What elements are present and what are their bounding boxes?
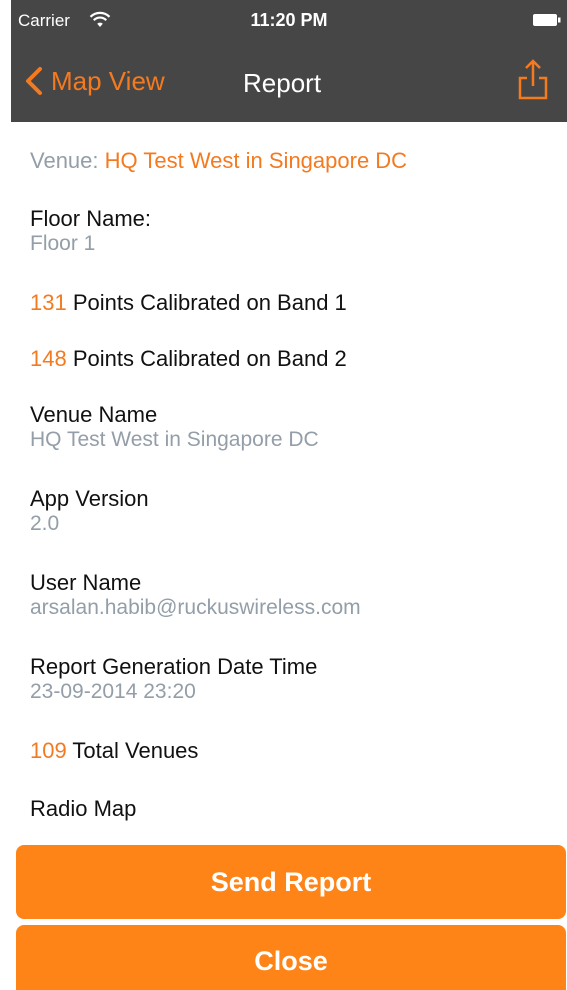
report-screen: Carrier 11:20 PM Map View Report Venue: … (0, 0, 567, 990)
report-date-value: 23-09-2014 23:20 (30, 680, 196, 703)
band2-count: 148 (30, 346, 67, 371)
band1-line: 131 Points Calibrated on Band 1 (30, 290, 347, 316)
report-date-label: Report Generation Date Time (30, 654, 318, 679)
band2-text: Points Calibrated on Band 2 (66, 346, 347, 371)
chevron-left-icon (26, 67, 42, 95)
back-button-label: Map View (51, 66, 165, 96)
band2-line: 148 Points Calibrated on Band 2 (30, 346, 347, 372)
navigation-bar: Map View Report (11, 40, 567, 122)
floor-name-label: Floor Name: (30, 206, 152, 231)
back-button[interactable]: Map View (25, 64, 165, 98)
venue-name-value: HQ Test West in Singapore DC (30, 428, 319, 451)
floor-name-value: Floor 1 (30, 232, 96, 255)
band1-text: Points Calibrated on Band 1 (66, 290, 347, 315)
total-venues-count: 109 (30, 738, 67, 763)
report-content: Venue: HQ Test West in Singapore DC Floo… (30, 122, 550, 834)
close-button[interactable]: Close (16, 925, 566, 990)
status-bar: Carrier 11:20 PM (11, 0, 567, 40)
user-name-value: arsalan.habib@ruckuswireless.com (30, 596, 361, 619)
radio-map-label: Radio Map (30, 796, 137, 821)
venue-prefix: Venue: (30, 148, 105, 173)
app-version-label: App Version (30, 486, 149, 511)
app-version-value: 2.0 (30, 512, 60, 535)
venue-value: HQ Test West in Singapore DC (104, 148, 408, 173)
top-bar: Carrier 11:20 PM Map View Report (11, 0, 567, 122)
venue-line: Venue: HQ Test West in Singapore DC (30, 148, 407, 174)
send-report-button[interactable]: Send Report (16, 845, 566, 919)
battery-icon (533, 14, 561, 26)
band1-count: 131 (30, 290, 67, 315)
total-venues-text: Total Venues (66, 738, 199, 763)
total-venues-line: 109 Total Venues (30, 738, 198, 764)
share-icon[interactable] (517, 58, 549, 100)
page-title: Report (243, 68, 322, 98)
venue-name-label: Venue Name (30, 402, 158, 427)
status-time: 11:20 PM (250, 10, 328, 30)
user-name-label: User Name (30, 570, 142, 595)
